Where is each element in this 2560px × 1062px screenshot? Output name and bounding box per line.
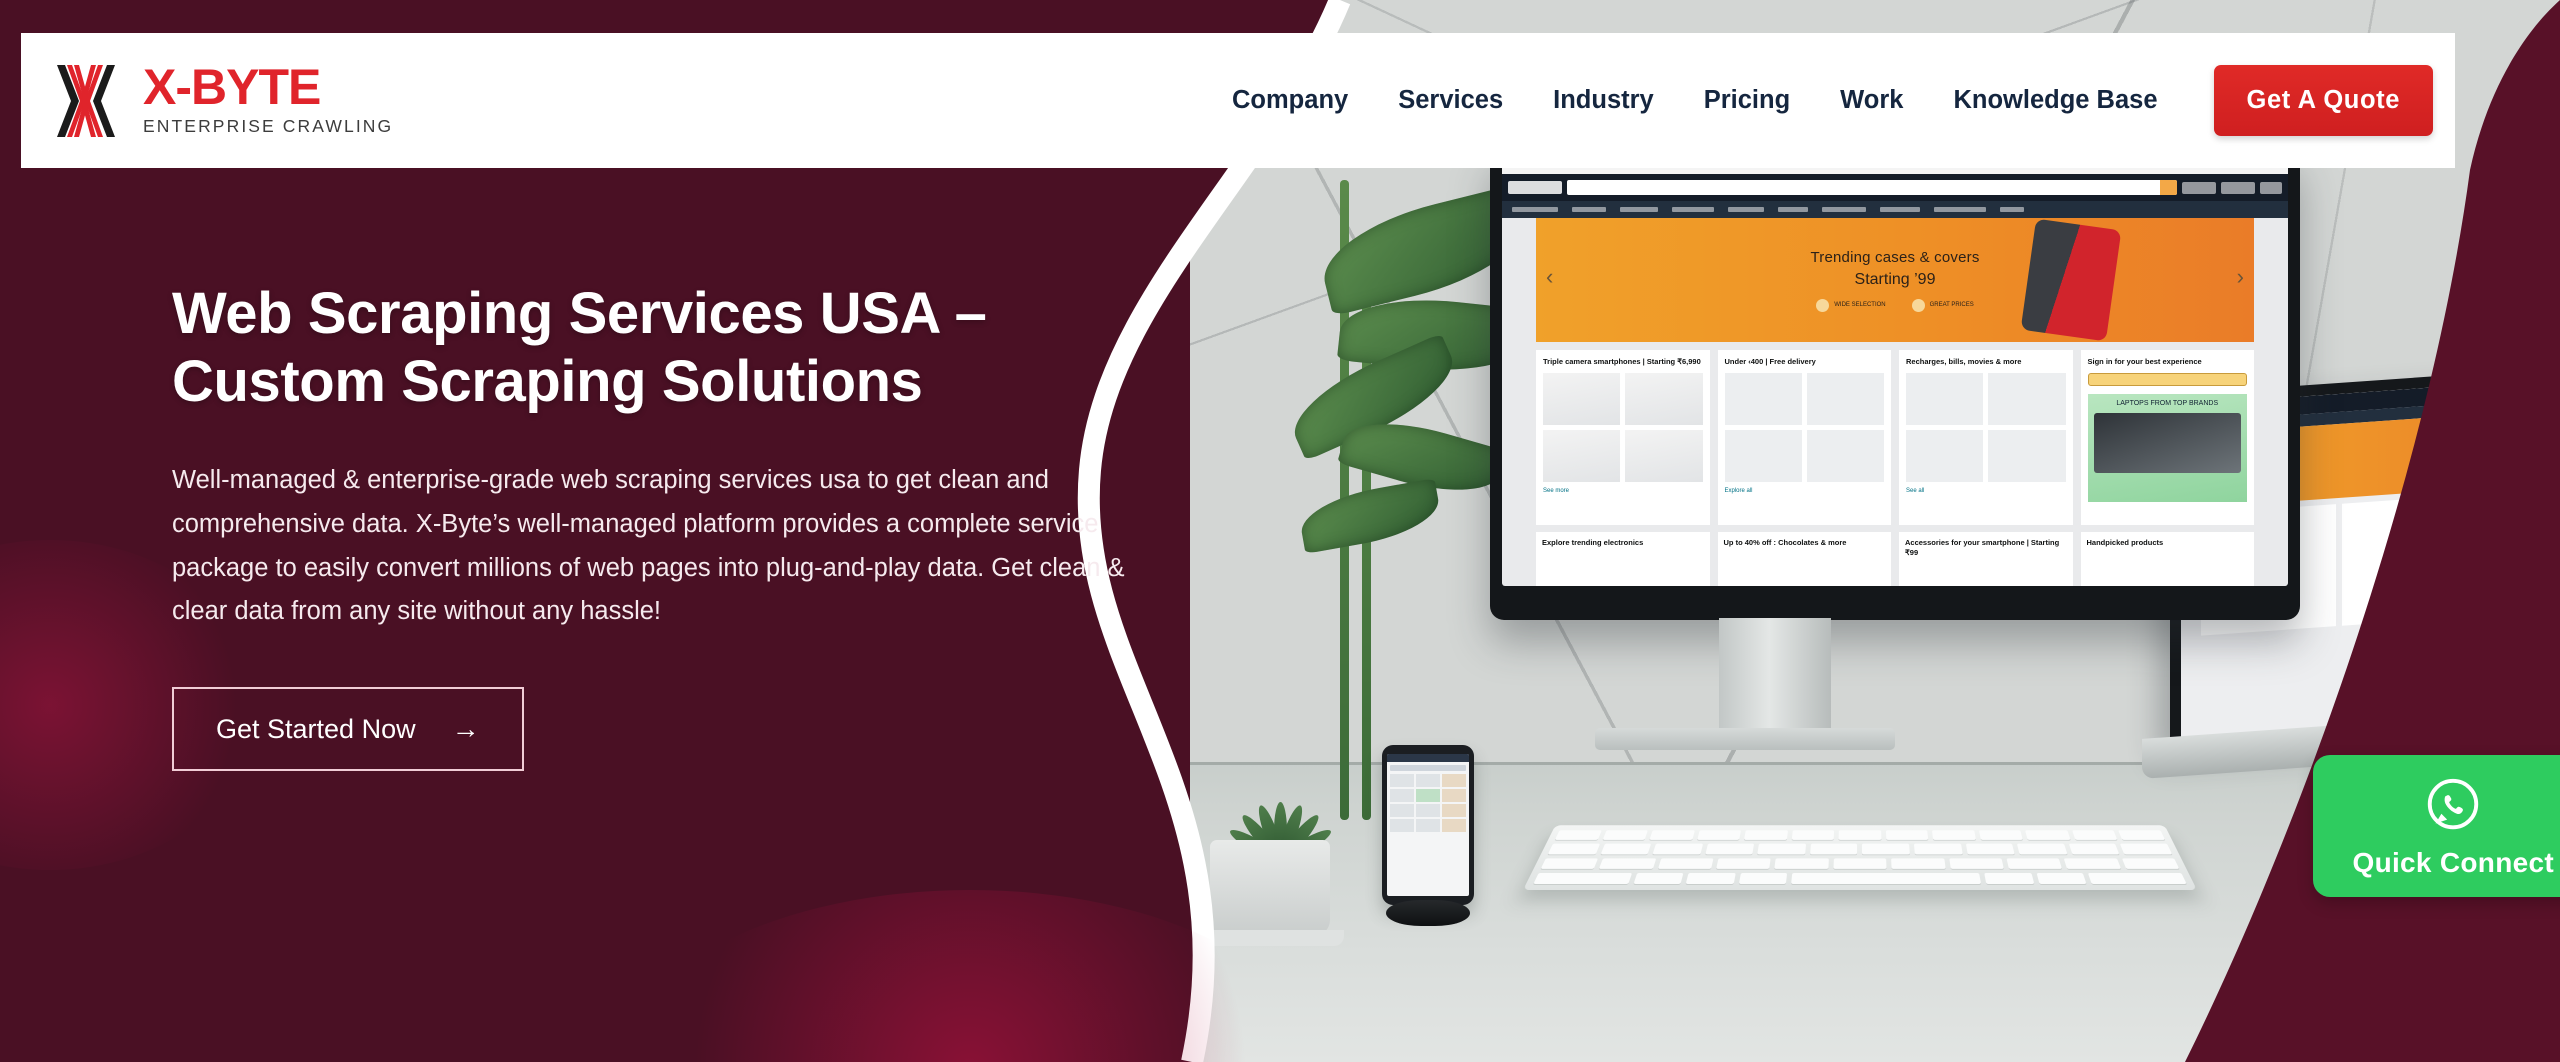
screen-card-link: Explore all <box>1724 488 1753 495</box>
screen-card: Triple camera smartphones | Starting ₹6,… <box>1536 350 1710 525</box>
hero-page: ‹ › Trending cases & covers Starting ’99 … <box>0 0 2560 1062</box>
hero-title: Web Scraping Services USA – Custom Scrap… <box>172 280 1202 417</box>
arrow-right-icon: → <box>451 713 480 745</box>
screen-row2-item: Explore trending electronics <box>1536 532 1710 586</box>
nav-item-work[interactable]: Work <box>1815 86 1928 115</box>
brand-logo[interactable]: X-BYTE ENTERPRISE CRAWLING <box>55 61 393 141</box>
hero-title-line1: Web Scraping Services USA – <box>172 281 987 346</box>
brand-tagline: ENTERPRISE CRAWLING <box>143 115 394 136</box>
screen-card-title: Triple camera smartphones | Starting ₹6,… <box>1543 357 1701 366</box>
amazon-logo-icon <box>1508 181 1562 194</box>
nav-item-pricing[interactable]: Pricing <box>1679 86 1815 115</box>
screen-row2-item: Up to 40% off : Chocolates & more <box>1717 532 1891 586</box>
hero-content: Web Scraping Services USA – Custom Scrap… <box>172 280 1202 772</box>
screen-card-title: Under ‹400 | Free delivery <box>1724 357 1816 366</box>
nav-item-industry[interactable]: Industry <box>1528 86 1679 115</box>
screen-card: Under ‹400 | Free delivery Explore all <box>1717 350 1891 525</box>
site-header: X-BYTE ENTERPRISE CRAWLING Company Servi… <box>21 33 2455 168</box>
monitor-foot <box>1595 728 1895 750</box>
get-started-now-button[interactable]: Get Started Now → <box>172 687 524 772</box>
monitor-stand <box>1719 618 1831 736</box>
screen-card-link: See more <box>1543 488 1570 495</box>
screen-banner-line1: Trending cases & covers <box>1810 248 1980 266</box>
nav-item-knowledge-base[interactable]: Knowledge Base <box>1928 86 2182 115</box>
hero-description: Well-managed & enterprise-grade web scra… <box>172 465 1125 626</box>
brand-name: X-BYTE <box>143 59 321 116</box>
screen-badge-1: GREAT PRICES <box>1912 299 1974 312</box>
nav-item-services[interactable]: Services <box>1373 86 1528 115</box>
nav-item-company[interactable]: Company <box>1207 86 1373 115</box>
get-a-quote-button[interactable]: Get A Quote <box>2213 65 2433 136</box>
quick-connect-label: Quick Connect <box>2352 847 2554 878</box>
hero-title-line2: Custom Scraping Solutions <box>172 349 923 415</box>
whatsapp-icon <box>2422 775 2484 842</box>
quick-connect-widget[interactable]: Quick Connect <box>2312 755 2560 897</box>
cta-label: Get Started Now <box>216 713 416 744</box>
screen-badge-0: WIDE SELECTION <box>1816 299 1885 312</box>
screen-banner-line2: Starting ’99 <box>1854 270 1936 288</box>
main-navigation: Company Services Industry Pricing Work K… <box>1207 65 2433 136</box>
x-byte-logo-icon <box>55 61 117 141</box>
